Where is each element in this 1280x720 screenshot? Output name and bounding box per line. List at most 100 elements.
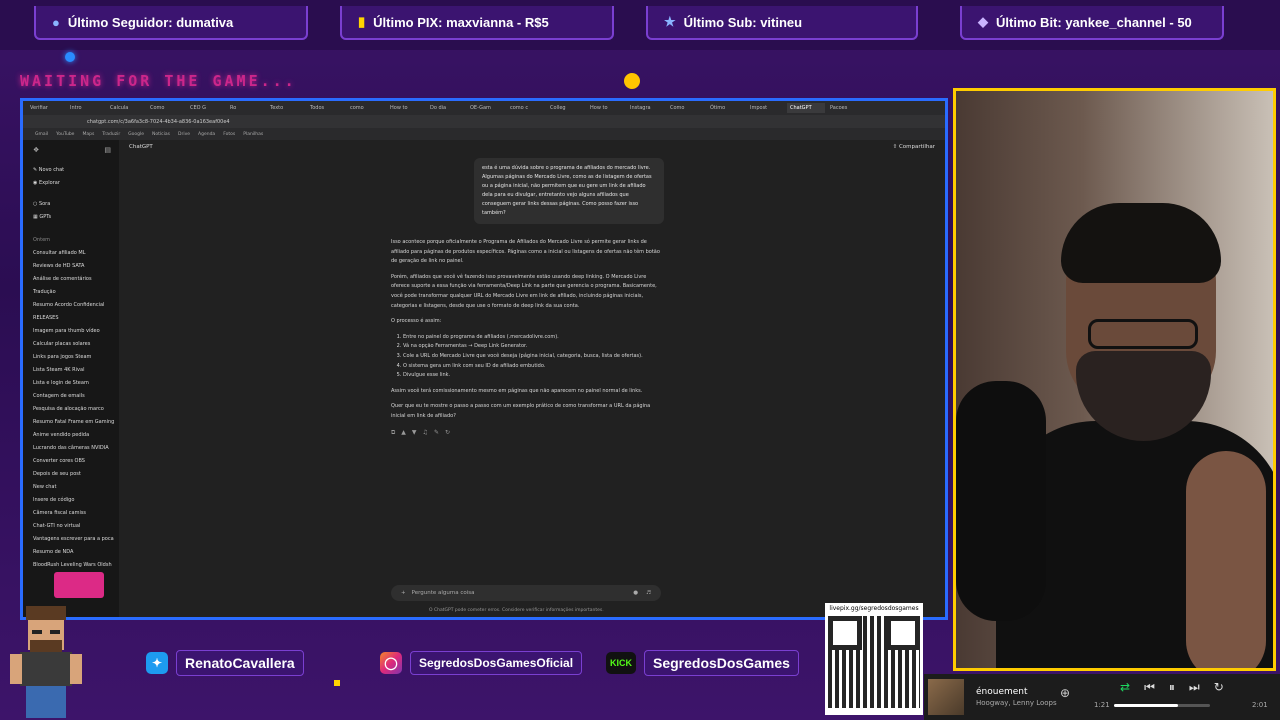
bookmark-item[interactable]: Gmail: [35, 132, 48, 137]
sidebar-history-item[interactable]: Lista Steam 4K Rival: [33, 364, 119, 377]
previous-icon[interactable]: ⏮: [1144, 680, 1155, 695]
next-icon[interactable]: ⏭: [1189, 680, 1200, 695]
shuffle-icon[interactable]: ⇄: [1120, 680, 1130, 695]
sidebar-history-item[interactable]: Câmera fiscal camiss: [33, 507, 119, 520]
sora-link[interactable]: ○ Sora: [33, 198, 119, 211]
answer-steps: Entre no painel do programa de afiliados…: [391, 333, 666, 381]
add-icon[interactable]: ⊕: [1060, 686, 1070, 700]
answer-step: Vá na opção Ferramentas → Deep Link Gene…: [403, 342, 666, 352]
sidebar-history-item[interactable]: Tradução: [33, 286, 119, 299]
last-sub-label: Último Sub: vitineu: [683, 14, 803, 30]
sidebar-history-item[interactable]: New chat: [33, 481, 119, 494]
answer-paragraph: Porém, afiliados que você vê fazendo iss…: [391, 273, 657, 309]
browser-tab[interactable]: How to: [587, 103, 625, 113]
sidebar-history-item[interactable]: Pesquisa de alocação marco: [33, 403, 119, 416]
new-chat-button[interactable]: ✎ Novo chat: [33, 164, 119, 177]
browser-tab[interactable]: OE-Gam: [467, 103, 505, 113]
bookmark-item[interactable]: Google: [128, 132, 144, 137]
browser-tab[interactable]: Como: [147, 103, 185, 113]
sidebar-history-item[interactable]: BloodRush Leveling Wars Oldsh: [33, 559, 119, 572]
sidebar-history-item[interactable]: Anime vendido pedida: [33, 429, 119, 442]
last-bit-label: Último Bit: yankee_channel - 50: [996, 14, 1192, 30]
speaker-icon[interactable]: ♫: [423, 428, 428, 438]
bookmark-item[interactable]: Maps: [82, 132, 94, 137]
gpts-link[interactable]: ▦ GPTs: [33, 211, 119, 224]
sidebar-history-item[interactable]: Imagem para thumb vídeo: [33, 325, 119, 338]
decor-square: [334, 680, 340, 686]
album-art: [928, 679, 964, 715]
bookmark-item[interactable]: Fotos: [223, 132, 235, 137]
browser-tab[interactable]: Colleg: [547, 103, 585, 113]
browser-tab[interactable]: Intro: [67, 103, 105, 113]
thumbs-up-icon[interactable]: ▲: [401, 428, 406, 438]
voice-mode-icon[interactable]: ♬: [646, 590, 651, 596]
sidebar-history-item[interactable]: Vantagens escrever para a poca: [33, 533, 119, 546]
bookmark-item[interactable]: Agenda: [198, 132, 215, 137]
bookmark-item[interactable]: Traduzir: [102, 132, 120, 137]
browser-tab[interactable]: como c: [507, 103, 545, 113]
pixel-character: [10, 606, 82, 718]
sidebar-history-item[interactable]: Análise de comentários: [33, 273, 119, 286]
answer-step: Entre no painel do programa de afiliados…: [403, 333, 666, 343]
sidebar-history-item[interactable]: Consultar afiliado ML: [33, 247, 119, 260]
sidebar-history-item[interactable]: Calcular placas solares: [33, 338, 119, 351]
browser-tab[interactable]: Ótimo: [707, 103, 745, 113]
address-bar[interactable]: chatgpt.com/c/3a6fa3c8-7024-4b34-a836-0a…: [23, 115, 945, 128]
browser-tab[interactable]: Calcula: [107, 103, 145, 113]
message-actions: ⧉ ▲ ▼ ♫ ✎ ↻: [391, 428, 666, 438]
browser-tab[interactable]: Texto: [267, 103, 305, 113]
browser-tab[interactable]: como: [347, 103, 385, 113]
regenerate-icon[interactable]: ↻: [445, 428, 450, 438]
sidebar-history-item[interactable]: Reviews de HD SATA: [33, 260, 119, 273]
sidebar-history-item[interactable]: Converter cores OBS: [33, 455, 119, 468]
repeat-icon[interactable]: ↻: [1214, 680, 1224, 695]
browser-tab[interactable]: Impost: [747, 103, 785, 113]
attach-icon[interactable]: +: [401, 590, 406, 596]
browser-tab[interactable]: Verifiar: [27, 103, 65, 113]
browser-tab[interactable]: Pacoes: [827, 103, 865, 113]
sidebar-history-item[interactable]: Depois de seu post: [33, 468, 119, 481]
waiting-text: WAITING FOR THE GAME...: [20, 72, 297, 90]
sidebar-history-item[interactable]: Resumo Fatal Frame em Gaming: [33, 416, 119, 429]
history-heading: Ontem: [33, 237, 51, 243]
bookmark-item[interactable]: Notícias: [152, 132, 170, 137]
explore-button[interactable]: ◉ Explorar: [33, 177, 119, 190]
last-sub-box: ★ Último Sub: vitineu: [646, 6, 918, 40]
sidebar-history-item[interactable]: Insere de código: [33, 494, 119, 507]
webcam-person-arm: [1186, 451, 1266, 668]
mic-icon[interactable]: ●: [633, 590, 638, 596]
thumbs-down-icon[interactable]: ▼: [412, 428, 417, 438]
track-artists: Hoogway, Lenny Loops: [976, 699, 1057, 707]
bookmark-item[interactable]: Planilhas: [243, 132, 263, 137]
browser-tab[interactable]: ChatGPT: [787, 103, 825, 113]
microphone: [956, 381, 1046, 621]
progress-bar[interactable]: [1114, 704, 1210, 707]
share-button[interactable]: ⇧ Compartilhar: [893, 144, 935, 150]
composer[interactable]: + Pergunte alguma coisa ● ♬: [391, 585, 661, 601]
browser-tab[interactable]: CEO G: [187, 103, 225, 113]
sidebar-history-item[interactable]: Lista e login de Steam: [33, 377, 119, 390]
browser-tab[interactable]: Do dia: [427, 103, 465, 113]
composer-input[interactable]: Pergunte alguma coisa: [412, 590, 634, 596]
bookmark-item[interactable]: YouTube: [56, 132, 74, 137]
browser-tab[interactable]: Instagra: [627, 103, 665, 113]
url-text[interactable]: chatgpt.com/c/3a6fa3c8-7024-4b34-a836-0a…: [87, 119, 230, 125]
sidebar-history-item[interactable]: Links para jogos Steam: [33, 351, 119, 364]
browser-tab[interactable]: Ro: [227, 103, 265, 113]
sidebar-history-item[interactable]: Resumo Acordo Confidencial: [33, 299, 119, 312]
browser-tab[interactable]: Como: [667, 103, 705, 113]
edit-icon[interactable]: ✎: [434, 428, 439, 438]
copy-icon[interactable]: ⧉: [391, 428, 395, 438]
sidebar-history-item[interactable]: Lucrando das câmeras NVIDIA: [33, 442, 119, 455]
sidebar-history-item[interactable]: Chat-GTI no virtual: [33, 520, 119, 533]
sidebar-toggle-icon[interactable]: ▤: [104, 146, 111, 154]
bookmark-item[interactable]: Drive: [178, 132, 190, 137]
pause-icon[interactable]: ⏸: [1169, 680, 1175, 695]
instagram-icon: ◯: [380, 652, 402, 674]
browser-tab[interactable]: Todos: [307, 103, 345, 113]
sidebar-history-item[interactable]: Contagem de emails: [33, 390, 119, 403]
sidebar-history-item[interactable]: Resumo de NDA: [33, 546, 119, 559]
model-selector[interactable]: ChatGPT: [129, 144, 153, 150]
browser-tab[interactable]: How to: [387, 103, 425, 113]
sidebar-history-item[interactable]: RELEASES: [33, 312, 119, 325]
